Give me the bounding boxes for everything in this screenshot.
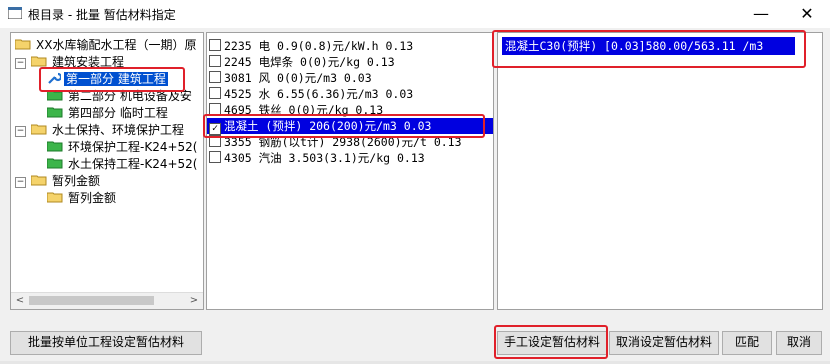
checkbox[interactable] bbox=[209, 71, 221, 83]
tree-node-soil-env[interactable]: 水土保持、环境保护工程 bbox=[31, 122, 186, 139]
tree-node-label: 第四部分 临时工程 bbox=[68, 106, 168, 120]
material-row[interactable]: 3355 钢筋(以t计) 2938(2600)元/t 0.13 bbox=[207, 134, 493, 150]
folder-green-icon bbox=[47, 90, 63, 101]
tree-node-label: 水土保持、环境保护工程 bbox=[52, 123, 185, 137]
collapse-toggle[interactable]: − bbox=[15, 58, 26, 69]
cancel-set-button[interactable]: 取消设定暂估材料 bbox=[609, 331, 719, 355]
tree-node-label: XX水库输配水工程（一期）原 bbox=[36, 38, 197, 52]
folder-open-icon bbox=[31, 175, 47, 186]
material-row[interactable]: 3081 风 0(0)元/m3 0.03 bbox=[207, 70, 493, 86]
checkbox[interactable] bbox=[209, 87, 221, 99]
material-row-selected[interactable]: ✓ 混凝土 (预拌) 206(200)元/m3 0.03 bbox=[207, 118, 493, 135]
tree-node-label: 水土保持工程-K24+52( bbox=[68, 157, 198, 171]
title-bar: 根目录 - 批量 暂估材料指定 — ✕ bbox=[0, 0, 830, 28]
material-text: 3355 钢筋(以t计) 2938(2600)元/t 0.13 bbox=[224, 135, 462, 149]
tree-node-root[interactable]: XX水库输配水工程（一期）原 bbox=[15, 37, 198, 54]
material-text: 4525 水 6.55(6.36)元/m3 0.03 bbox=[224, 87, 414, 101]
checkbox[interactable] bbox=[209, 135, 221, 147]
scroll-right-arrow-icon[interactable]: > bbox=[186, 294, 202, 308]
tree-node-part4-temporary[interactable]: 第四部分 临时工程 bbox=[47, 105, 170, 122]
material-row[interactable]: 4695 铁丝 0(0)元/kg 0.13 bbox=[207, 102, 493, 118]
tree-node-label: 暂列金额 bbox=[68, 191, 117, 205]
collapse-toggle[interactable]: − bbox=[15, 177, 26, 188]
folder-green-icon bbox=[47, 107, 63, 118]
app-icon bbox=[8, 7, 22, 19]
material-row[interactable]: 2245 电焊条 0(0)元/kg 0.13 bbox=[207, 54, 493, 70]
window-title: 根目录 - 批量 暂估材料指定 bbox=[28, 8, 176, 22]
folder-green-icon bbox=[47, 158, 63, 169]
assigned-row[interactable]: 混凝土C30(预拌) [0.03]580.00/563.11 /m3 bbox=[502, 37, 795, 55]
materials-list[interactable]: 2235 电 0.9(0.8)元/kW.h 0.13 2245 电焊条 0(0)… bbox=[206, 32, 494, 310]
material-row[interactable]: 2235 电 0.9(0.8)元/kW.h 0.13 bbox=[207, 38, 493, 54]
tree-node-provisional[interactable]: 暂列金额 bbox=[31, 173, 102, 190]
folder-open-icon bbox=[31, 124, 47, 135]
tree-node-part1-building[interactable]: 第一部分 建筑工程 bbox=[47, 71, 168, 88]
material-text: 混凝土 (预拌) 206(200)元/m3 0.03 bbox=[224, 119, 432, 133]
tree-node-part2-equipment[interactable]: 第二部分 机电设备及安 bbox=[47, 88, 194, 105]
tree-node-label: 建筑安装工程 bbox=[52, 55, 125, 69]
close-button[interactable]: ✕ bbox=[784, 0, 830, 28]
checkbox[interactable] bbox=[209, 103, 221, 115]
material-text: 4305 汽油 3.503(3.1)元/kg 0.13 bbox=[224, 151, 425, 165]
tree-node-soil-conservation[interactable]: 水土保持工程-K24+52( bbox=[47, 156, 199, 173]
material-row[interactable]: 4305 汽油 3.503(3.1)元/kg 0.13 bbox=[207, 150, 493, 166]
tree-node-label: 暂列金额 bbox=[52, 174, 101, 188]
checkbox[interactable] bbox=[209, 39, 221, 51]
material-text: 4695 铁丝 0(0)元/kg 0.13 bbox=[224, 103, 384, 117]
folder-open-icon bbox=[31, 56, 47, 67]
tree-node-label: 第二部分 机电设备及安 bbox=[68, 89, 192, 103]
batch-set-button[interactable]: 批量按单位工程设定暂估材料 bbox=[10, 331, 202, 355]
tree-node-label: 环境保护工程-K24+52( bbox=[68, 140, 198, 154]
project-tree[interactable]: XX水库输配水工程（一期）原 − 建筑安装工程 第一部分 建筑工程 第二部分 机… bbox=[10, 32, 204, 310]
material-row[interactable]: 4525 水 6.55(6.36)元/m3 0.03 bbox=[207, 86, 493, 102]
wrench-icon bbox=[48, 72, 61, 84]
assigned-materials-list[interactable]: 混凝土C30(预拌) [0.03]580.00/563.11 /m3 bbox=[497, 32, 823, 310]
material-text: 2235 电 0.9(0.8)元/kW.h 0.13 bbox=[224, 39, 414, 53]
folder-icon bbox=[15, 39, 31, 50]
scroll-thumb[interactable] bbox=[29, 296, 154, 305]
checkbox[interactable] bbox=[209, 151, 221, 163]
material-text: 2245 电焊条 0(0)元/kg 0.13 bbox=[224, 55, 395, 69]
tree-node-label: 第一部分 建筑工程 bbox=[64, 72, 168, 86]
tree-node-construction[interactable]: 建筑安装工程 bbox=[31, 54, 126, 71]
material-text: 3081 风 0(0)元/m3 0.03 bbox=[224, 71, 372, 85]
folder-green-icon bbox=[47, 141, 63, 152]
manual-set-button[interactable]: 手工设定暂估材料 bbox=[497, 331, 607, 355]
horizontal-scrollbar[interactable]: < > bbox=[11, 292, 203, 309]
cancel-button[interactable]: 取消 bbox=[776, 331, 822, 355]
match-button[interactable]: 匹配 bbox=[722, 331, 772, 355]
collapse-toggle[interactable]: − bbox=[15, 126, 26, 137]
tree-node-env-protection[interactable]: 环境保护工程-K24+52( bbox=[47, 139, 199, 156]
folder-open-icon bbox=[47, 192, 63, 203]
tree-node-provisional-sub[interactable]: 暂列金额 bbox=[47, 190, 118, 207]
checkbox[interactable] bbox=[209, 55, 221, 67]
scroll-left-arrow-icon[interactable]: < bbox=[12, 294, 28, 308]
